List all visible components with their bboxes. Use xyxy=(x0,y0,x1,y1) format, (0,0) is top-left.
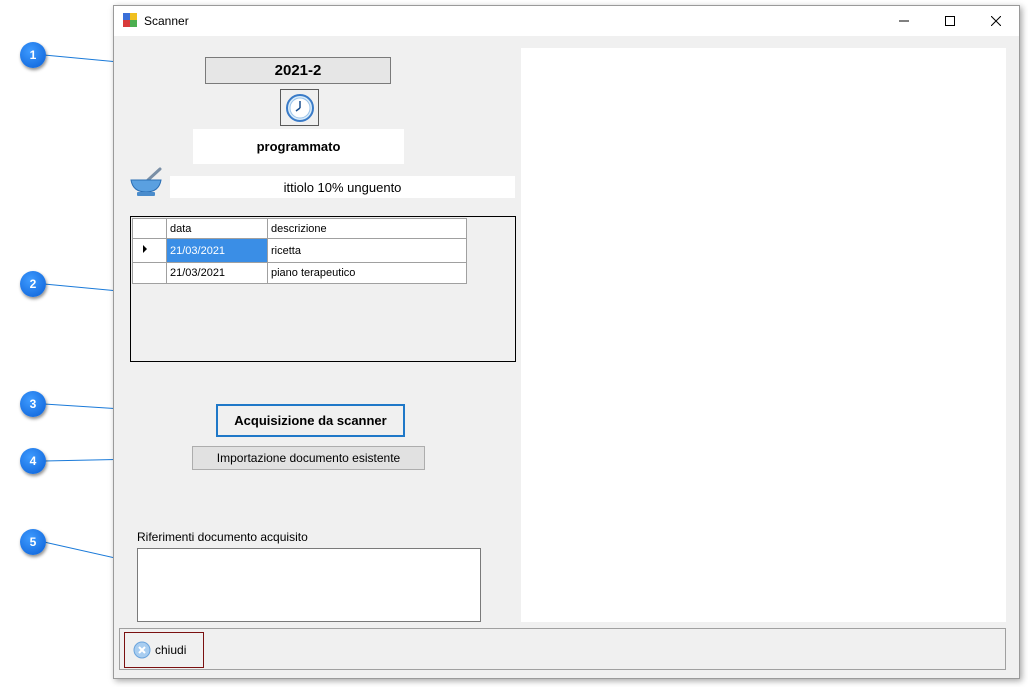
minimize-button[interactable] xyxy=(881,6,927,36)
import-document-button[interactable]: Importazione documento esistente xyxy=(192,446,425,470)
cell-data[interactable]: 21/03/2021 xyxy=(166,262,268,284)
bottom-toolbar: chiudi xyxy=(119,628,1006,670)
callout-5: 5 xyxy=(20,529,46,555)
row-header-corner xyxy=(132,218,167,239)
minimize-icon xyxy=(899,20,909,22)
row-selector[interactable] xyxy=(132,262,167,284)
table-row[interactable]: 21/03/2021 ricetta xyxy=(132,238,467,263)
scanner-window: Scanner 2021-2 programmato ittiolo 10% u… xyxy=(113,5,1020,679)
table-header-row: data descrizione xyxy=(132,218,467,239)
callout-4: 4 xyxy=(20,448,46,474)
maximize-icon xyxy=(945,16,955,26)
documents-table: data descrizione 21/03/2021 ricetta 21/0… xyxy=(132,218,467,284)
cell-descrizione[interactable]: ricetta xyxy=(267,238,467,263)
callout-2: 2 xyxy=(20,271,46,297)
maximize-button[interactable] xyxy=(927,6,973,36)
close-button[interactable]: chiudi xyxy=(124,632,204,668)
scan-acquisition-button[interactable]: Acquisizione da scanner xyxy=(216,404,405,437)
reference-label: Riferimenti documento acquisito xyxy=(137,530,308,544)
column-header-descrizione[interactable]: descrizione xyxy=(267,218,467,239)
column-header-data[interactable]: data xyxy=(166,218,268,239)
reference-field[interactable] xyxy=(137,548,481,622)
clock-button[interactable] xyxy=(280,89,319,126)
mortar-pestle-icon xyxy=(130,167,162,196)
close-circle-icon xyxy=(133,641,151,659)
cell-descrizione[interactable]: piano terapeutico xyxy=(267,262,467,284)
close-icon xyxy=(991,16,1001,26)
cell-data[interactable]: 21/03/2021 xyxy=(166,238,268,263)
document-preview xyxy=(521,48,1006,622)
close-button-label: chiudi xyxy=(155,643,187,657)
close-window-button[interactable] xyxy=(973,6,1019,36)
table-row[interactable]: 21/03/2021 piano terapeutico xyxy=(132,262,467,284)
clock-icon xyxy=(285,93,314,122)
documents-grid: data descrizione 21/03/2021 ricetta 21/0… xyxy=(130,216,516,362)
document-code: 2021-2 xyxy=(205,57,391,84)
product-name: ittiolo 10% unguento xyxy=(170,176,515,198)
row-selector[interactable] xyxy=(132,238,167,263)
callout-3: 3 xyxy=(20,391,46,417)
title-bar[interactable]: Scanner xyxy=(114,6,1019,36)
status-label: programmato xyxy=(193,129,404,164)
callout-1: 1 xyxy=(20,42,46,68)
app-icon xyxy=(123,13,137,27)
current-row-arrow-icon xyxy=(143,245,147,253)
window-title: Scanner xyxy=(144,14,189,28)
